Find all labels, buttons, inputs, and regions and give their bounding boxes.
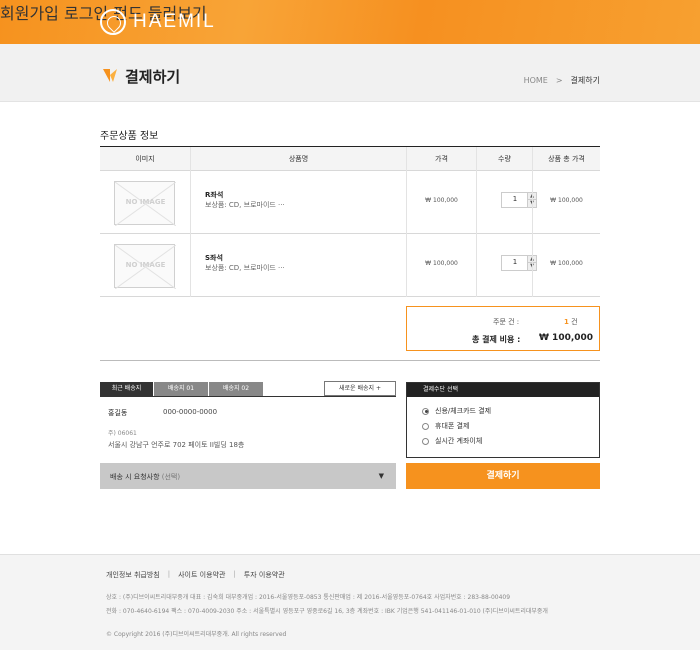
contact-info: 전화 : 070-4640-6194 팩스 : 070-4009-2030 주소… <box>106 608 548 615</box>
footer-link-privacy[interactable]: 개인정보 취급방침 <box>106 570 160 580</box>
total-cost-label: 총 결제 비용 : <box>472 335 521 344</box>
delivery-tabs: 최근 배송지 배송지 01 배송지 02 <box>100 382 264 396</box>
radio-icon[interactable] <box>422 422 429 430</box>
table-row: NO IMAGE R좌석 보상품: CD, 브로마이드 ··· ₩ 100,00… <box>100 171 600 234</box>
product-image-placeholder: NO IMAGE <box>114 244 176 289</box>
logo-text: HAEMIL <box>133 11 216 32</box>
col-product: 상품명 <box>190 147 406 171</box>
tab-address-01[interactable]: 배송지 01 <box>154 382 208 396</box>
order-count-value: 1 <box>564 318 569 326</box>
page-title: 결제하기 <box>125 68 181 86</box>
table-header: 이미지 상품명 가격 수량 상품 총 가격 <box>100 147 600 171</box>
page-title-band: 결제하기 HOME > 결제하기 <box>0 44 700 102</box>
request-label: 배송 시 요청사항 <box>110 473 160 481</box>
product-name[interactable]: R좌석 <box>205 190 223 200</box>
company-info: 상호 : (주)디브이씨트리대부중개 대표 : 김숙희 대부중개업 : 2016… <box>106 594 511 601</box>
product-price: ₩ 100,000 <box>425 260 458 267</box>
main-content: 주문상품 정보 이미지 상품명 가격 수량 상품 총 가격 NO IMAGE R… <box>0 102 700 554</box>
payment-option-label: 신용/체크카드 결제 <box>435 407 492 415</box>
product-desc: 보상품: CD, 브로마이드 ··· <box>205 264 285 272</box>
radio-icon[interactable] <box>422 407 429 415</box>
product-name[interactable]: S좌석 <box>205 253 223 263</box>
recipient-phone: 000-0000-0000 <box>163 408 218 416</box>
payment-option-label: 실시간 계좌이체 <box>435 437 483 445</box>
postal-code: 주) 06061 <box>108 430 137 437</box>
payment-option-transfer[interactable]: 실시간 계좌이체 <box>422 436 482 446</box>
product-total: ₩ 100,000 <box>550 197 583 204</box>
col-price: 가격 <box>406 147 476 171</box>
delivery-address: 서울시 강남구 언주로 702 페이토 II빌딩 18층 <box>108 441 245 449</box>
payment-option-card[interactable]: 신용/체크카드 결제 <box>422 406 491 416</box>
footer-link-investment-terms[interactable]: 투자 이용약관 <box>244 570 285 580</box>
product-total: ₩ 100,000 <box>550 260 583 267</box>
site-footer: 개인정보 취급방침 | 사이트 이용약관 | 투자 이용약관 상호 : (주)디… <box>0 554 700 650</box>
order-section-title: 주문상품 정보 <box>100 131 159 142</box>
product-price: ₩ 100,000 <box>425 197 458 204</box>
footer-separator: | <box>233 570 236 578</box>
footer-links: 개인정보 취급방침 | 사이트 이용약관 | 투자 이용약관 <box>106 570 285 580</box>
delivery-request-select[interactable]: 배송 시 요청사항 (선택) ▼ <box>100 463 396 489</box>
col-qty: 수량 <box>476 147 532 171</box>
title-triangle-icon <box>103 69 117 82</box>
payment-option-phone[interactable]: 휴대폰 결제 <box>422 421 469 431</box>
request-optional: (선택) <box>161 473 181 481</box>
quantity-value[interactable]: 1 <box>502 258 528 266</box>
tab-recent-address[interactable]: 최근 배송지 <box>100 382 153 396</box>
product-image-placeholder: NO IMAGE <box>114 181 176 226</box>
site-header: HAEMIL 회원가입 로그인 펀드 둘러보기 <box>0 0 700 44</box>
radio-icon[interactable] <box>422 437 429 445</box>
no-image-label: NO IMAGE <box>125 198 166 206</box>
section-divider <box>100 360 600 361</box>
footer-link-terms[interactable]: 사이트 이용약관 <box>178 570 225 580</box>
col-image: 이미지 <box>135 155 155 163</box>
pay-button[interactable]: 결제하기 <box>406 463 600 489</box>
total-cost-value: ₩ 100,000 <box>539 333 594 343</box>
copyright: © Copyright 2016 (주)디브이씨트리대부중개. All righ… <box>106 631 287 638</box>
order-summary-box: 주문 건 : 1 건 총 결제 비용 : ₩ 100,000 <box>406 306 600 351</box>
no-image-label: NO IMAGE <box>125 261 166 269</box>
chevron-down-icon[interactable]: ▼ <box>379 472 384 480</box>
breadcrumb-separator: > <box>555 76 563 85</box>
order-count-unit: 건 <box>571 318 578 326</box>
quantity-value[interactable]: 1 <box>502 195 528 203</box>
logo-icon <box>100 9 126 35</box>
breadcrumb-current: 결제하기 <box>570 76 600 85</box>
payment-option-label: 휴대폰 결제 <box>435 422 470 430</box>
product-desc: 보상품: CD, 브로마이드 ··· <box>205 201 285 209</box>
breadcrumb: HOME > 결제하기 <box>524 75 600 86</box>
col-total: 상품 총 가격 <box>532 147 600 171</box>
order-table: 이미지 상품명 가격 수량 상품 총 가격 NO IMAGE R좌석 보상품: … <box>100 146 600 297</box>
payment-method-title: 결제수단 선택 <box>407 383 599 397</box>
recipient-name: 홍길동 <box>108 409 128 417</box>
footer-separator: | <box>167 570 171 578</box>
order-count-label: 주문 건 : <box>493 318 520 326</box>
tab-address-02[interactable]: 배송지 02 <box>209 382 263 396</box>
logo[interactable]: HAEMIL <box>100 9 216 35</box>
payment-method-box: 결제수단 선택 신용/체크카드 결제 휴대폰 결제 실시간 계좌이체 <box>406 382 600 458</box>
breadcrumb-home[interactable]: HOME <box>524 76 548 85</box>
new-address-button[interactable]: 새로운 배송지 + <box>324 381 396 396</box>
delivery-address-box: 홍길동 000-0000-0000 주) 06061 서울시 강남구 언주로 7… <box>100 396 396 462</box>
nav-signup[interactable]: 회원가입 <box>0 4 59 23</box>
order-count: 1 건 <box>564 317 578 327</box>
table-row: NO IMAGE S좌석 보상품: CD, 브로마이드 ··· ₩ 100,00… <box>100 234 600 297</box>
